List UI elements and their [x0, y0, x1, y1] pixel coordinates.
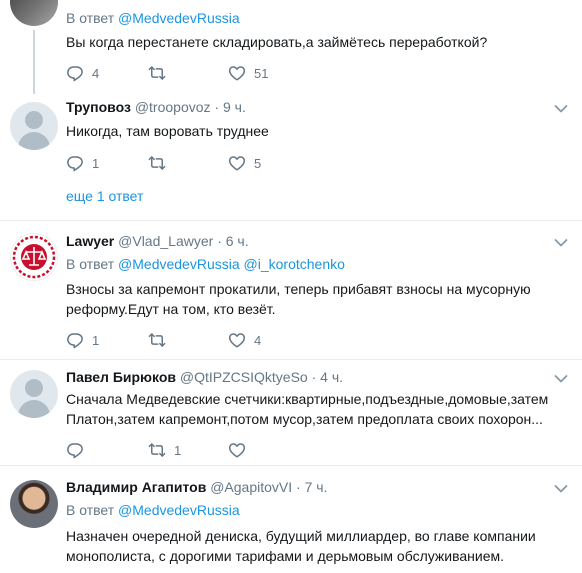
retweet-icon: [148, 154, 166, 172]
tweet-header: Lawyer @Vlad_Lawyer · 6 ч.: [66, 233, 249, 249]
retweet-button[interactable]: [148, 64, 174, 82]
reply-to: В ответ @MedvedevRussia: [66, 502, 240, 518]
retweet-count: 1: [174, 442, 182, 458]
retweet-button[interactable]: [148, 154, 174, 172]
retweet-button[interactable]: [148, 331, 174, 349]
reply-icon: [66, 331, 84, 349]
mention-link[interactable]: @MedvedevRussia: [118, 256, 240, 272]
reply-count: 1: [92, 155, 100, 171]
mention-link[interactable]: @MedvedevRussia: [118, 502, 240, 518]
tweet-actions: 1: [66, 441, 366, 461]
author-handle[interactable]: @QtIPZCSIQktyeSo: [180, 369, 308, 385]
reply-button[interactable]: 4: [66, 64, 99, 82]
like-button[interactable]: [228, 441, 254, 459]
caret-down-icon[interactable]: [554, 484, 568, 494]
avatar-photo[interactable]: [10, 480, 58, 528]
tweet-header: Павел Бирюков @QtIPZCSIQktyeSo · 4 ч.: [66, 369, 344, 385]
author-name[interactable]: Владимир Агапитов: [66, 479, 206, 495]
like-count: 5: [254, 155, 262, 171]
author-handle[interactable]: @Vlad_Lawyer: [118, 233, 213, 249]
tweet-text: Взносы за капремонт прокатили, теперь пр…: [66, 281, 531, 317]
like-count: 51: [254, 65, 269, 81]
avatar-default[interactable]: [10, 370, 58, 418]
tweet-actions: 1 4: [66, 331, 366, 351]
reply-icon: [66, 154, 84, 172]
reply-count: 4: [92, 65, 100, 81]
tweet-0: В ответ @MedvedevRussia Вы когда переста…: [0, 0, 582, 94]
like-button[interactable]: 5: [228, 154, 261, 172]
tweet-time[interactable]: 9 ч.: [223, 99, 246, 115]
retweet-icon: [148, 64, 166, 82]
like-icon: [228, 64, 246, 82]
retweet-icon: [148, 331, 166, 349]
reply-count: 1: [92, 332, 100, 348]
avatar-lawyer-logo[interactable]: [10, 233, 58, 281]
mention-link[interactable]: @i_korotchenko: [244, 256, 345, 272]
caret-down-icon[interactable]: [554, 104, 568, 114]
thread-line: [33, 30, 35, 94]
retweet-icon: [148, 441, 166, 459]
like-count: 4: [254, 332, 262, 348]
tweet-text: Сначала Медведевские счетчики:квартирные…: [66, 391, 549, 427]
retweet-button[interactable]: 1: [148, 441, 181, 459]
like-icon: [228, 154, 246, 172]
tweet-text: Вы когда перестанете складировать,а займ…: [66, 34, 488, 50]
caret-down-icon[interactable]: [554, 238, 568, 248]
tweet-header: Владимир Агапитов @AgapitovVI · 7 ч.: [66, 479, 328, 495]
tweet-4: Владимир Агапитов @AgapitovVI · 7 ч. В о…: [0, 466, 582, 573]
tweet-2: Lawyer @Vlad_Lawyer · 6 ч. В ответ @Medv…: [0, 221, 582, 359]
reply-icon: [66, 64, 84, 82]
like-icon: [228, 331, 246, 349]
reply-to: В ответ @MedvedevRussia: [66, 10, 240, 26]
author-handle[interactable]: @troopovoz: [135, 99, 211, 115]
tweet-text: Назначен очередной дениска, будущий милл…: [66, 528, 536, 564]
caret-down-icon[interactable]: [554, 374, 568, 384]
reply-to: В ответ @MedvedevRussia @i_korotchenko: [66, 256, 345, 272]
avatar-photo[interactable]: [10, 0, 58, 26]
reply-button[interactable]: 1: [66, 154, 99, 172]
show-more-replies-link[interactable]: еще 1 ответ: [66, 188, 143, 204]
author-handle[interactable]: @AgapitovVI: [210, 479, 292, 495]
tweet-header: Труповоз @troopovoz · 9 ч.: [66, 99, 246, 115]
reply-icon: [66, 441, 84, 459]
tweet-1: Труповоз @troopovoz · 9 ч. Никогда, там …: [0, 94, 582, 220]
tweet-time[interactable]: 6 ч.: [226, 233, 249, 249]
reply-button[interactable]: [66, 441, 92, 459]
author-name[interactable]: Lawyer: [66, 233, 114, 249]
like-button[interactable]: 51: [228, 64, 268, 82]
tweet-actions: 4 51: [66, 64, 366, 84]
author-name[interactable]: Труповоз: [66, 99, 131, 115]
like-icon: [228, 441, 246, 459]
mention-link[interactable]: @MedvedevRussia: [118, 10, 240, 26]
tweet-time[interactable]: 4 ч.: [320, 369, 343, 385]
author-name[interactable]: Павел Бирюков: [66, 369, 176, 385]
tweet-3: Павел Бирюков @QtIPZCSIQktyeSo · 4 ч. Сн…: [0, 360, 582, 465]
tweet-actions: 1 5: [66, 154, 366, 174]
avatar-default[interactable]: [10, 102, 58, 150]
tweet-time[interactable]: 7 ч.: [305, 479, 328, 495]
reply-button[interactable]: 1: [66, 331, 99, 349]
tweet-text: Никогда, там воровать труднее: [66, 123, 269, 139]
like-button[interactable]: 4: [228, 331, 261, 349]
